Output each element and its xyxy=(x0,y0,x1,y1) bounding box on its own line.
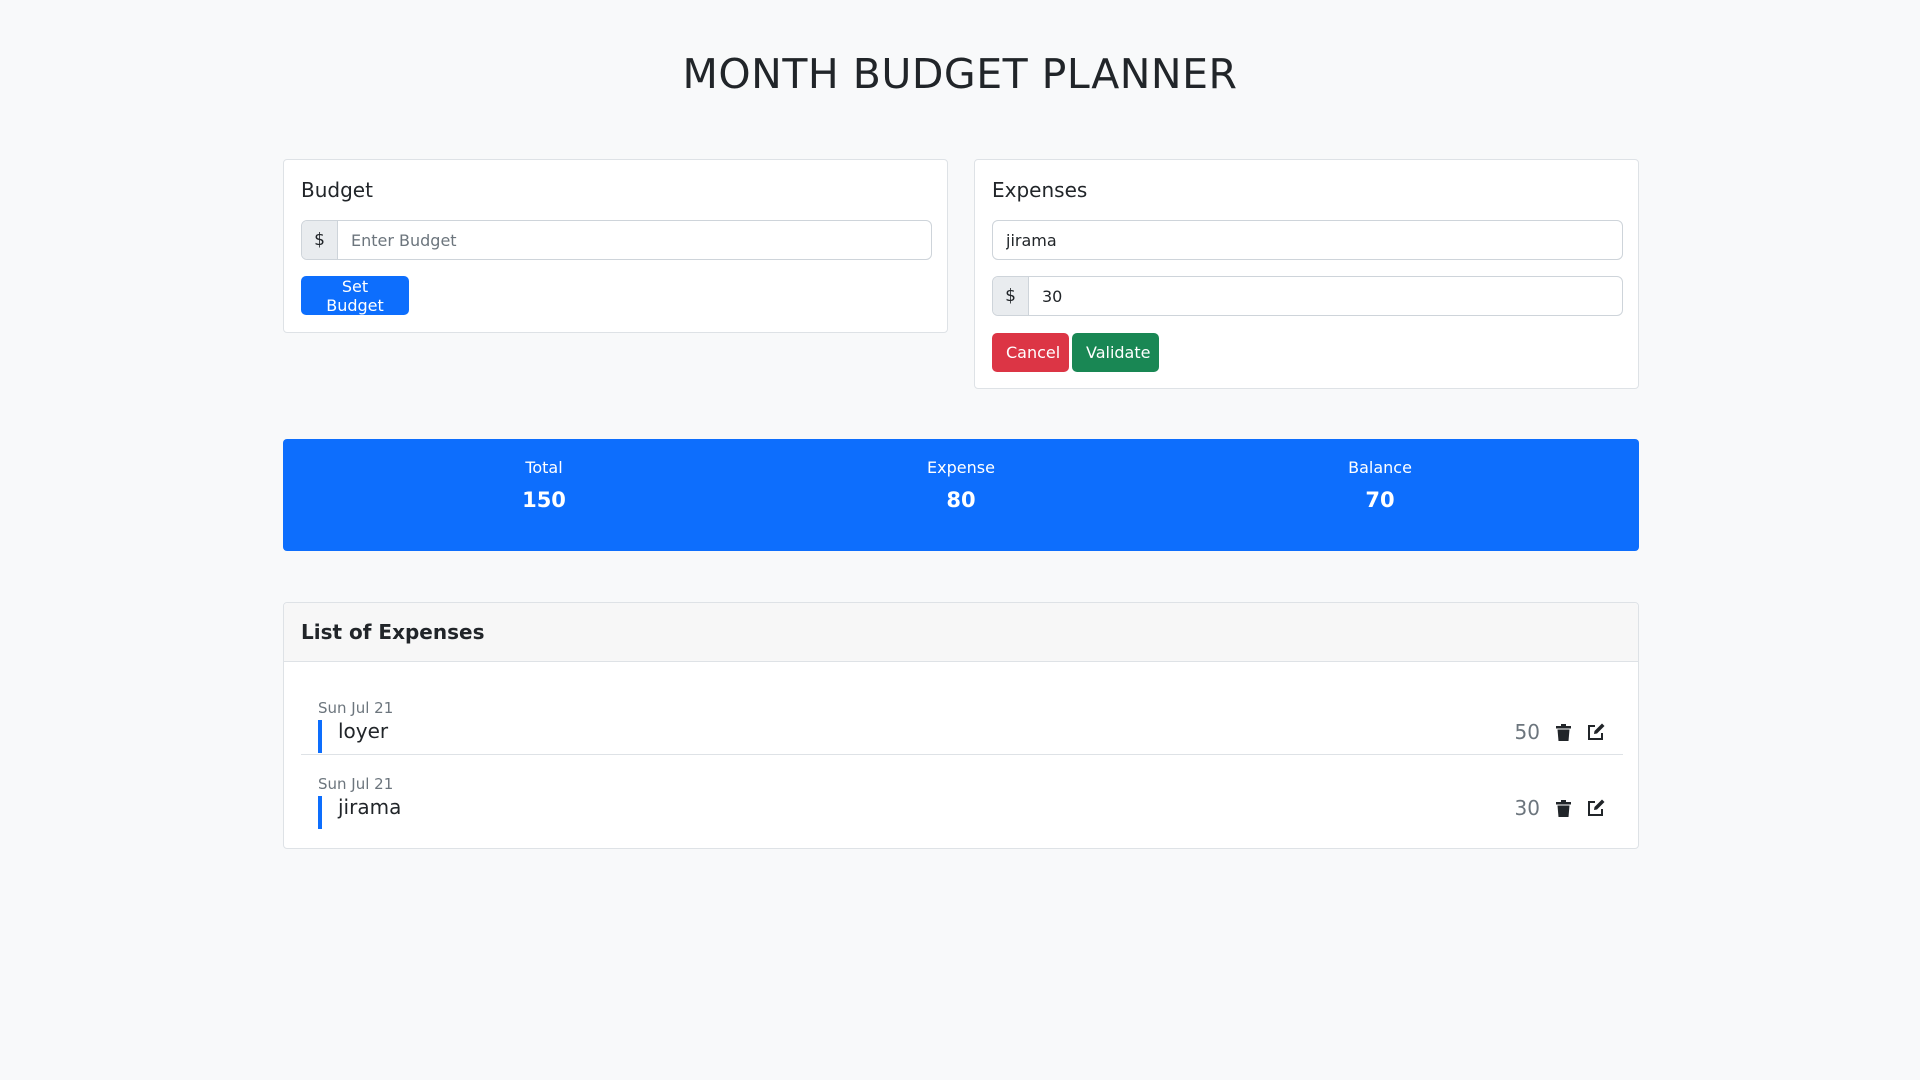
expense-name-input[interactable] xyxy=(992,220,1623,260)
expenses-card: Expenses $ Cancel Validate xyxy=(974,159,1639,389)
expense-amount: 50 xyxy=(1514,720,1540,744)
expense-date: Sun Jul 21 xyxy=(318,775,394,793)
expenses-title: Expenses xyxy=(992,178,1088,202)
expense-name: jirama xyxy=(338,795,402,819)
expense-amount-input[interactable] xyxy=(1029,277,1622,315)
expense-date: Sun Jul 21 xyxy=(318,699,394,717)
budget-input-group: $ xyxy=(301,220,932,260)
trash-icon[interactable] xyxy=(1552,720,1574,744)
expense-name: loyer xyxy=(338,719,389,743)
currency-addon: $ xyxy=(993,277,1029,315)
currency-addon: $ xyxy=(302,221,338,259)
set-budget-button[interactable]: Set Budget xyxy=(301,276,409,315)
budget-card: Budget $ Set Budget xyxy=(283,159,948,333)
expense-label: Expense xyxy=(927,458,995,477)
list-item: Sun Jul 21 loyer 50 xyxy=(301,679,1623,755)
validate-button[interactable]: Validate xyxy=(1072,333,1159,372)
page-title: MONTH BUDGET PLANNER xyxy=(682,50,1238,98)
expense-amount: 30 xyxy=(1514,796,1540,820)
list-header: List of Expenses xyxy=(284,603,1638,662)
list-title: List of Expenses xyxy=(301,620,485,644)
budget-input[interactable] xyxy=(338,221,931,259)
expense-amount-group: $ xyxy=(992,276,1623,316)
trash-icon[interactable] xyxy=(1552,796,1574,820)
edit-icon[interactable] xyxy=(1585,796,1607,820)
total-label: Total xyxy=(525,458,563,477)
list-item: Sun Jul 21 jirama 30 xyxy=(301,755,1623,831)
total-value: 150 xyxy=(522,488,566,512)
budget-title: Budget xyxy=(301,178,373,202)
expense-list-card: List of Expenses Sun Jul 21 loyer 50 Sun… xyxy=(283,602,1639,849)
edit-icon[interactable] xyxy=(1585,720,1607,744)
cancel-button[interactable]: Cancel xyxy=(992,333,1069,372)
summary-banner: Total 150 Expense 80 Balance 70 xyxy=(283,439,1639,551)
expense-value: 80 xyxy=(946,488,976,512)
balance-label: Balance xyxy=(1348,458,1412,477)
balance-value: 70 xyxy=(1365,488,1395,512)
accent-bar xyxy=(318,720,322,753)
accent-bar xyxy=(318,796,322,829)
